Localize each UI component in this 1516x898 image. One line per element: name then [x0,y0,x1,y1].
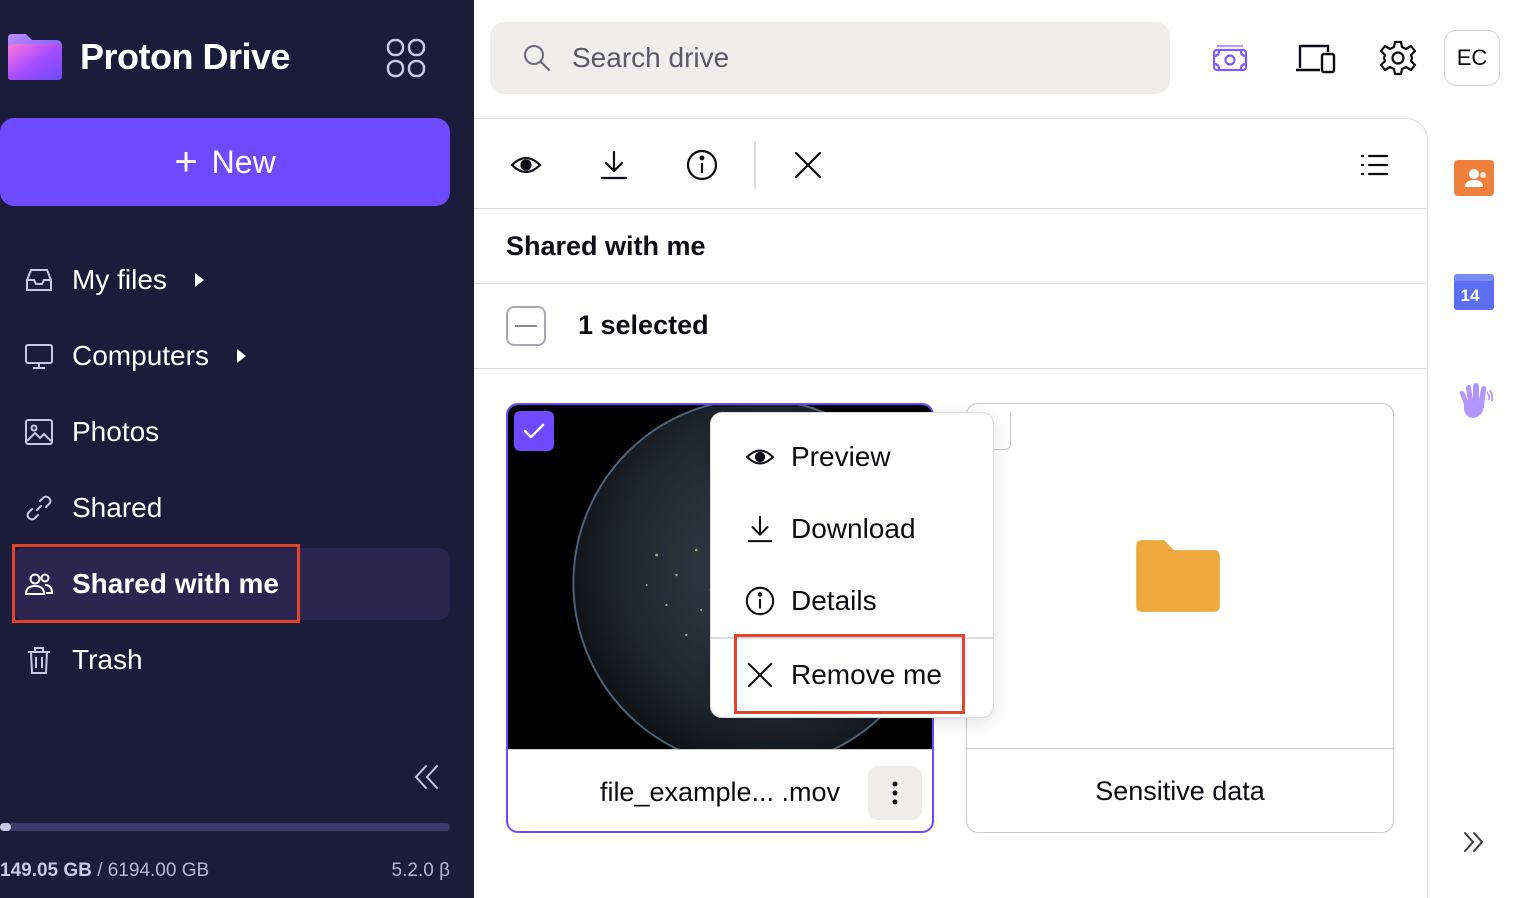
plus-icon: + [174,140,198,184]
selection-row: 1 selected [474,283,1426,369]
sidebar-item-shared[interactable]: Shared [12,472,450,544]
context-menu-item-preview[interactable]: Preview [711,425,993,489]
monitor-icon [22,339,56,373]
info-icon [743,584,777,618]
storage-total: / 6194.00 GB [97,860,210,881]
users-icon [22,567,56,601]
trash-icon [22,643,56,677]
collapse-sidebar-icon[interactable] [410,760,444,794]
context-menu-label: Remove me [791,659,942,690]
search-input[interactable] [572,42,1132,74]
card-checkbox-checked[interactable] [514,411,554,451]
context-menu-item-remove-me[interactable]: Remove me [711,643,993,707]
folder-card[interactable]: Sensitive data [966,403,1394,833]
context-menu-item-download[interactable]: Download [711,497,993,561]
storage-bar-fill [0,823,11,831]
calendar-day: 14 [1461,286,1480,305]
sidebar-item-label: My files [72,264,167,295]
context-menu-label: Download [791,513,916,544]
image-icon [22,415,56,449]
new-button-label: New [211,143,276,180]
apps-grid-icon[interactable] [384,38,428,78]
app-version: 5.2.0 β [391,860,450,881]
avatar[interactable]: EC [1444,30,1500,86]
eye-icon [743,440,777,474]
list-view-icon[interactable] [1352,143,1396,187]
sidebar-item-label: Shared with me [72,568,279,599]
toolbar [474,119,1426,209]
brand-logo[interactable]: Proton Drive [6,34,291,80]
right-rail: 14 [1428,118,1516,898]
file-name: file_example... .mov [599,777,841,807]
selection-count: 1 selected [578,310,709,340]
preview-eye-icon[interactable] [504,143,548,187]
expand-rail-icon[interactable] [1452,820,1496,864]
devices-icon[interactable] [1292,34,1340,82]
proton-drive-logo-icon [8,34,62,80]
folder-name: Sensitive data [1095,776,1265,806]
caret-right-icon[interactable] [236,349,246,363]
sidebar-item-shared-with-me[interactable]: Shared with me [12,548,450,620]
brand-name: Proton Drive [80,36,291,77]
sidebar-item-label: Shared [72,492,163,523]
select-all-checkbox[interactable] [506,306,546,346]
settings-gear-icon[interactable] [1374,34,1422,82]
sidebar: Proton Drive + New My files Computers Ph… [0,0,474,898]
info-icon[interactable] [680,143,724,187]
toolbar-divider [754,141,756,189]
inbox-icon [22,263,56,297]
card-footer: file_example... .mov [508,749,932,831]
card-footer: Sensitive data [967,748,1393,832]
caret-right-icon[interactable] [194,273,204,287]
sidebar-item-trash[interactable]: Trash [12,624,450,696]
page-title: Shared with me [506,231,706,261]
new-button[interactable]: + New [0,118,450,206]
search-bar[interactable] [490,22,1170,94]
download-icon [743,512,777,546]
indeterminate-dash-icon [515,325,537,327]
sidebar-item-computers[interactable]: Computers [12,320,450,392]
context-menu: Preview Download Details Remove me [710,412,994,718]
search-icon [524,45,550,71]
upgrade-money-icon[interactable] [1206,34,1254,82]
wave-hand-icon[interactable] [1452,380,1496,424]
context-menu-label: Details [791,585,877,616]
sidebar-item-label: Photos [72,416,160,447]
sidebar-item-my-files[interactable]: My files [12,244,450,316]
contacts-app-icon[interactable] [1452,156,1496,200]
context-menu-item-details[interactable]: Details [711,569,993,633]
sidebar-item-photos[interactable]: Photos [12,396,450,468]
storage-usage: 149.05 GB / 6194.00 GB [0,860,209,882]
more-options-icon[interactable] [868,766,922,820]
context-menu-label: Preview [791,441,891,472]
storage-used: 149.05 GB [0,860,92,881]
sidebar-item-label: Trash [72,644,143,675]
download-icon[interactable] [592,143,636,187]
calendar-app-icon[interactable]: 14 [1452,270,1496,314]
context-menu-divider [711,637,993,639]
sidebar-item-label: Computers [72,340,209,371]
close-icon[interactable] [786,143,830,187]
storage-bar [0,823,450,831]
link-icon [22,491,56,525]
folder-icon [1136,540,1220,612]
close-icon [743,658,777,692]
